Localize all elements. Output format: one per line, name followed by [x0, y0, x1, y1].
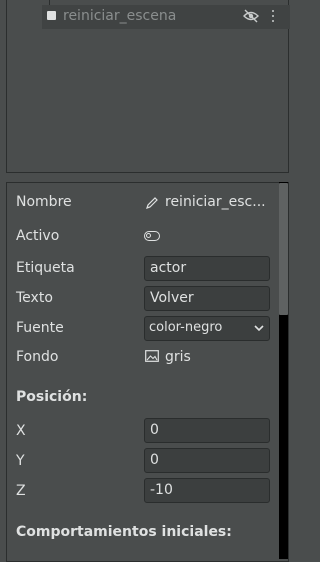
fuente-select-value: color-negro	[149, 320, 223, 335]
etiqueta-input[interactable]: actor	[144, 256, 270, 281]
tree-item-label: reiniciar_escena	[63, 8, 177, 24]
scrollbar-thumb[interactable]	[279, 183, 288, 315]
tree-item-checkbox[interactable]	[47, 11, 56, 20]
texto-input[interactable]: Volver	[144, 286, 270, 311]
behaviors-section-title: Comportamientos iniciales:	[16, 524, 232, 540]
toggle-icon[interactable]	[144, 231, 160, 241]
kebab-menu-icon[interactable]	[270, 8, 276, 24]
image-icon[interactable]	[145, 350, 159, 362]
activo-label: Activo	[16, 228, 60, 244]
chevron-down-icon	[254, 325, 264, 332]
tree-item-reiniciar-escena[interactable]: reiniciar_escena	[42, 5, 290, 29]
pencil-icon[interactable]	[145, 196, 159, 210]
x-label: X	[16, 423, 26, 439]
fondo-label: Fondo	[16, 349, 59, 365]
z-input[interactable]: -10	[144, 478, 270, 503]
fuente-select[interactable]: color-negro	[144, 316, 270, 341]
etiqueta-label: Etiqueta	[16, 260, 75, 276]
fuente-label: Fuente	[16, 320, 64, 336]
fondo-value[interactable]: gris	[165, 349, 191, 365]
nombre-label: Nombre	[16, 194, 72, 210]
eye-slash-icon[interactable]	[242, 9, 260, 23]
nombre-value[interactable]: reiniciar_esc...	[165, 194, 266, 210]
position-section-title: Posición:	[16, 389, 88, 405]
texto-label: Texto	[16, 290, 53, 306]
x-input[interactable]: 0	[144, 418, 270, 443]
z-label: Z	[16, 483, 26, 499]
y-input[interactable]: 0	[144, 448, 270, 473]
y-label: Y	[16, 453, 25, 469]
